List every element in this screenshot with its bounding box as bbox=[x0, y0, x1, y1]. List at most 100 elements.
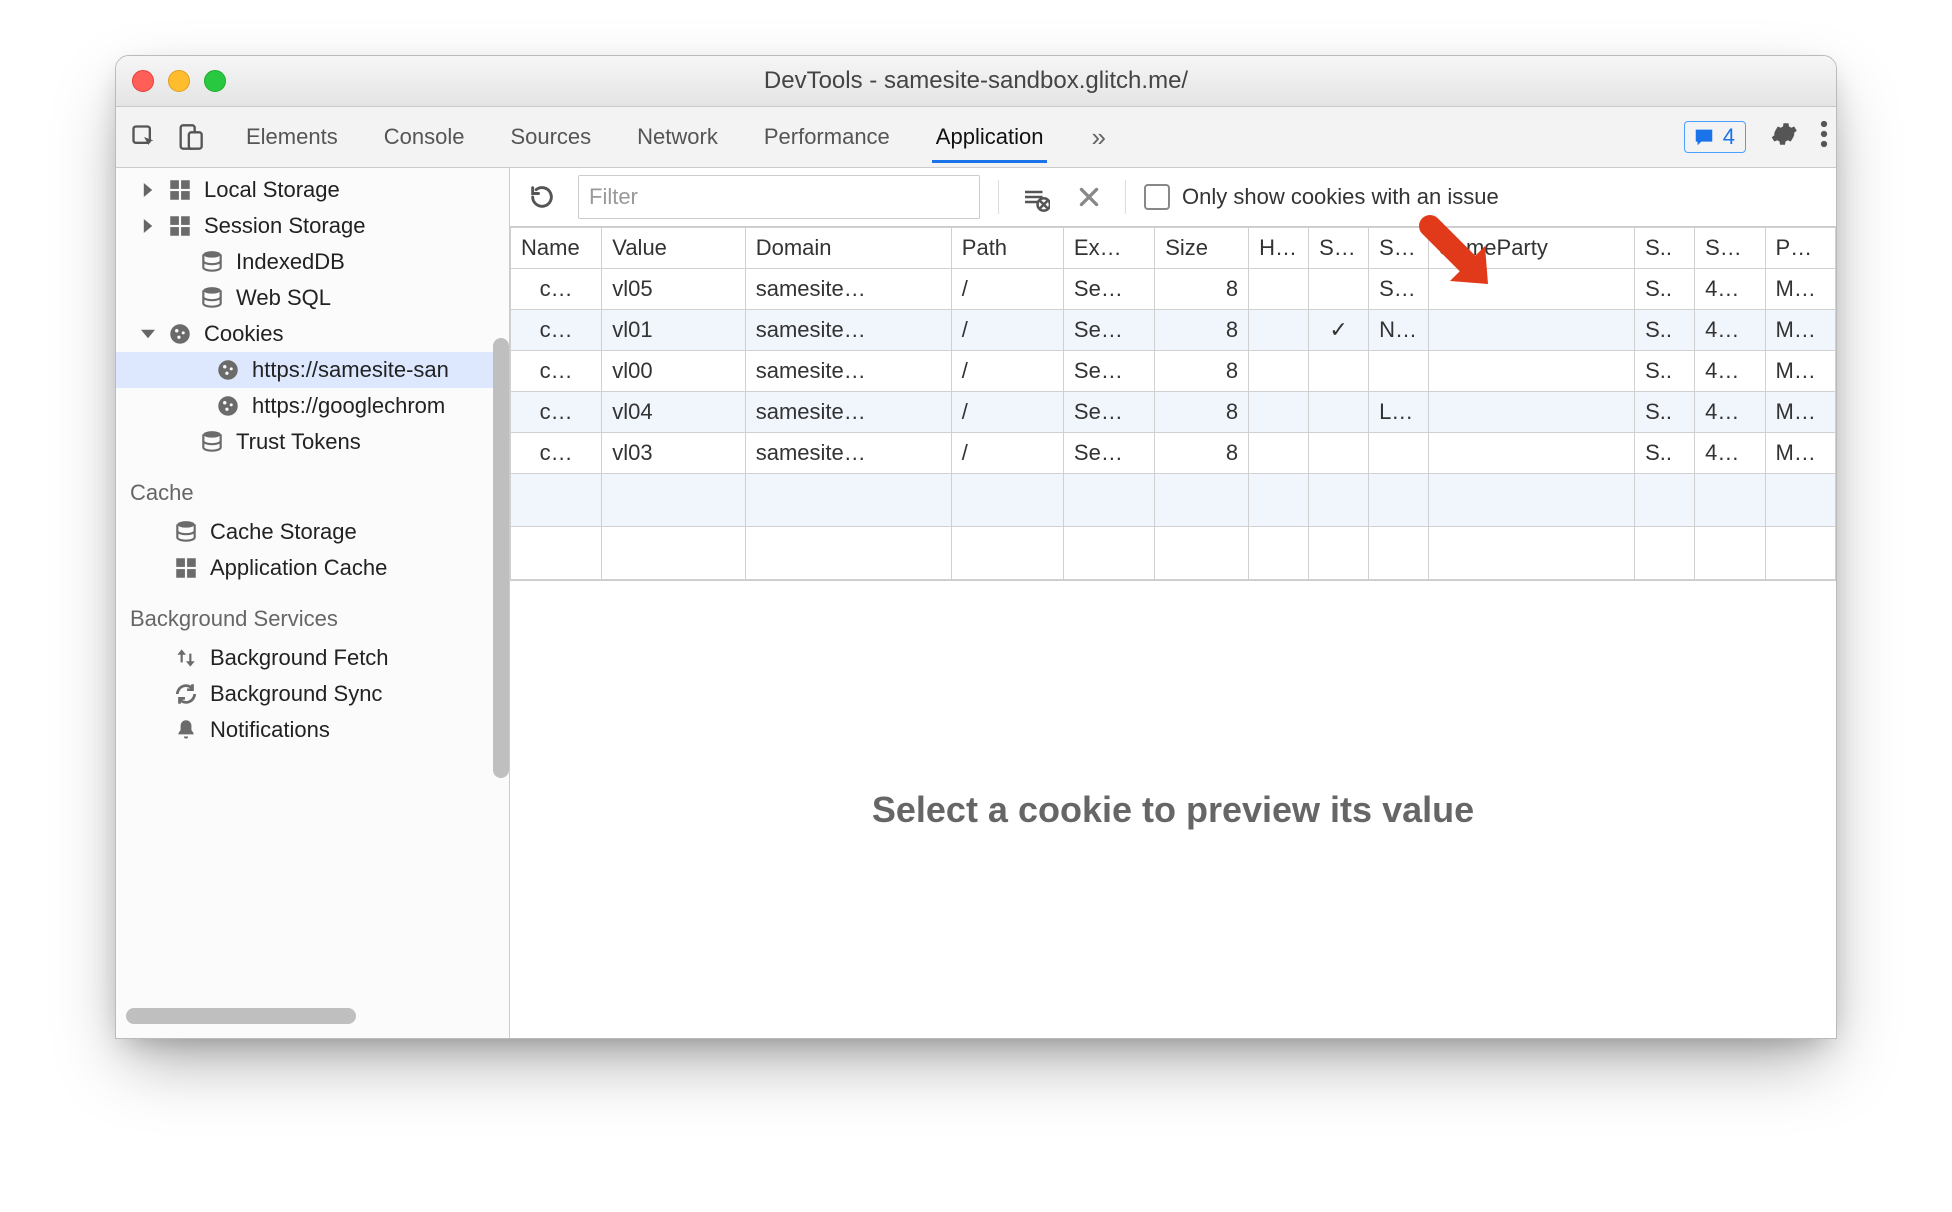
cell-expires: Se… bbox=[1063, 351, 1154, 392]
table-row[interactable]: c…vl03samesite…/Se…8S..4…M… bbox=[511, 433, 1836, 474]
col-header-0[interactable]: Name bbox=[511, 228, 602, 269]
cookie-icon bbox=[214, 393, 242, 419]
cell-sameparty bbox=[1429, 433, 1635, 474]
cell-sameparty bbox=[1429, 310, 1635, 351]
col-header-8[interactable]: S… bbox=[1369, 228, 1429, 269]
issues-badge[interactable]: 4 bbox=[1684, 121, 1746, 153]
col-header-1[interactable]: Value bbox=[602, 228, 745, 269]
grid-icon bbox=[172, 555, 200, 581]
sidebar-item-indexeddb[interactable]: IndexedDB bbox=[116, 244, 509, 280]
only-show-issue-toggle[interactable]: Only show cookies with an issue bbox=[1144, 184, 1499, 210]
cell-domain: samesite… bbox=[745, 433, 951, 474]
delete-selected-button[interactable] bbox=[1071, 179, 1107, 215]
col-header-9[interactable]: SameParty bbox=[1429, 228, 1635, 269]
cookie-icon bbox=[214, 357, 242, 383]
disclosure-triangle[interactable] bbox=[140, 183, 156, 197]
col-header-7[interactable]: S… bbox=[1309, 228, 1369, 269]
disclosure-triangle[interactable] bbox=[140, 219, 156, 233]
col-header-12[interactable]: P… bbox=[1765, 228, 1836, 269]
col-header-4[interactable]: Ex… bbox=[1063, 228, 1154, 269]
cell-value: vl04 bbox=[602, 392, 745, 433]
sidebar-item-background-sync[interactable]: Background Sync bbox=[116, 676, 509, 712]
clear-all-button[interactable] bbox=[1017, 179, 1053, 215]
settings-button[interactable] bbox=[1768, 119, 1798, 155]
col-header-5[interactable]: Size bbox=[1155, 228, 1249, 269]
tree-item-label: https://samesite-san bbox=[252, 357, 449, 383]
table-row[interactable]: c…vl00samesite…/Se…8S..4…M… bbox=[511, 351, 1836, 392]
cell-expires: Se… bbox=[1063, 392, 1154, 433]
more-options-button[interactable] bbox=[1820, 119, 1828, 155]
sidebar-item-https-googlechrom[interactable]: https://googlechrom bbox=[116, 388, 509, 424]
sidebar-item-trust-tokens[interactable]: Trust Tokens bbox=[116, 424, 509, 460]
col-header-2[interactable]: Domain bbox=[745, 228, 951, 269]
only-show-issue-checkbox[interactable] bbox=[1144, 184, 1170, 210]
more-tabs-button[interactable]: » bbox=[1085, 122, 1111, 153]
cell-samesite: S… bbox=[1369, 269, 1429, 310]
cell-samesite bbox=[1369, 433, 1429, 474]
tab-performance[interactable]: Performance bbox=[760, 112, 894, 163]
cell-secure: ✓ bbox=[1309, 310, 1369, 351]
cell-size: 8 bbox=[1155, 310, 1249, 351]
cell-value: vl00 bbox=[602, 351, 745, 392]
updown-icon bbox=[172, 645, 200, 671]
sidebar-item-web-sql[interactable]: Web SQL bbox=[116, 280, 509, 316]
sidebar-item-background-fetch[interactable]: Background Fetch bbox=[116, 640, 509, 676]
sidebar-item-cache-storage[interactable]: Cache Storage bbox=[116, 514, 509, 550]
tab-network[interactable]: Network bbox=[633, 112, 722, 163]
toggle-device-toolbar-button[interactable] bbox=[170, 117, 210, 157]
refresh-button[interactable] bbox=[524, 179, 560, 215]
sidebar-item-session-storage[interactable]: Session Storage bbox=[116, 208, 509, 244]
col-header-10[interactable]: S.. bbox=[1635, 228, 1695, 269]
table-row[interactable]: c…vl01samesite…/Se…8✓N…S..4…M… bbox=[511, 310, 1836, 351]
tab-elements[interactable]: Elements bbox=[242, 112, 342, 163]
sidebar-item-cookies[interactable]: Cookies bbox=[116, 316, 509, 352]
cookies-table[interactable]: NameValueDomainPathEx…SizeH…S…S…SamePart… bbox=[510, 227, 1836, 580]
tree-item-label: Application Cache bbox=[210, 555, 387, 581]
db-icon bbox=[198, 285, 226, 311]
cell-domain: samesite… bbox=[745, 351, 951, 392]
sidebar-item-local-storage[interactable]: Local Storage bbox=[116, 172, 509, 208]
cell-size: 8 bbox=[1155, 433, 1249, 474]
cell-domain: samesite… bbox=[745, 269, 951, 310]
cell-path: / bbox=[951, 269, 1063, 310]
col-header-6[interactable]: H… bbox=[1249, 228, 1309, 269]
filter-input[interactable]: Filter bbox=[578, 175, 980, 219]
cell-priority: M… bbox=[1765, 310, 1836, 351]
cell-priority: M… bbox=[1765, 392, 1836, 433]
tab-application[interactable]: Application bbox=[932, 112, 1048, 163]
table-row[interactable]: c…vl04samesite…/Se…8L…S..4…M… bbox=[511, 392, 1836, 433]
table-row[interactable]: c…vl05samesite…/Se…8S…S..4…M… bbox=[511, 269, 1836, 310]
col-header-11[interactable]: S… bbox=[1695, 228, 1765, 269]
cell-sourceport: 4… bbox=[1695, 433, 1765, 474]
cell-expires: Se… bbox=[1063, 433, 1154, 474]
db-icon bbox=[172, 519, 200, 545]
cell-http bbox=[1249, 269, 1309, 310]
inspect-element-button[interactable] bbox=[124, 117, 164, 157]
cell-priority: M… bbox=[1765, 433, 1836, 474]
cell-path: / bbox=[951, 310, 1063, 351]
cell-name: c… bbox=[511, 392, 602, 433]
cell-secure bbox=[1309, 392, 1369, 433]
sidebar-vscrollbar[interactable] bbox=[493, 338, 509, 868]
cookie-preview-placeholder: Select a cookie to preview its value bbox=[510, 581, 1836, 1038]
tree-item-label: Background Fetch bbox=[210, 645, 389, 671]
sidebar-item-notifications[interactable]: Notifications bbox=[116, 712, 509, 748]
tree-item-label: Notifications bbox=[210, 717, 330, 743]
sidebar-item-https-samesite-san[interactable]: https://samesite-san bbox=[116, 352, 509, 388]
cell-samesite: L… bbox=[1369, 392, 1429, 433]
sidebar-item-application-cache[interactable]: Application Cache bbox=[116, 550, 509, 586]
col-header-3[interactable]: Path bbox=[951, 228, 1063, 269]
cell-sourceport: 4… bbox=[1695, 351, 1765, 392]
cell-samesite: N… bbox=[1369, 310, 1429, 351]
cell-name: c… bbox=[511, 433, 602, 474]
table-row-empty bbox=[511, 474, 1836, 527]
tab-sources[interactable]: Sources bbox=[506, 112, 595, 163]
tab-console[interactable]: Console bbox=[380, 112, 469, 163]
cell-name: c… bbox=[511, 269, 602, 310]
cookies-table-wrap: NameValueDomainPathEx…SizeH…S…S…SamePart… bbox=[510, 227, 1836, 581]
tab-strip: Elements Console Sources Network Perform… bbox=[116, 107, 1836, 168]
sidebar-hscrollbar[interactable] bbox=[116, 1008, 509, 1024]
disclosure-triangle[interactable] bbox=[140, 327, 156, 341]
tree-item-label: Web SQL bbox=[236, 285, 331, 311]
bg-services-section-heading: Background Services bbox=[116, 586, 509, 640]
